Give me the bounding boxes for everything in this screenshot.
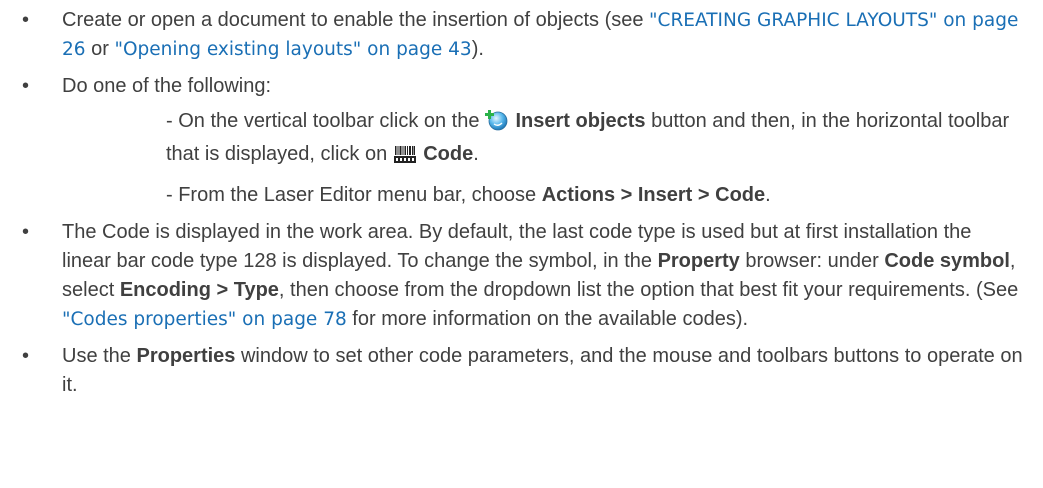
barcode-icon xyxy=(393,144,418,173)
encoding-type-label: Encoding > Type xyxy=(119,279,279,301)
list-item: The Code is displayed in the work area. … xyxy=(22,218,1023,334)
insert-objects-label: Insert objects xyxy=(515,110,646,132)
properties-label: Properties xyxy=(136,345,236,367)
text: Do one of the following: xyxy=(62,75,272,97)
text: . xyxy=(473,143,479,165)
insert-objects-icon xyxy=(485,109,509,140)
text: - From the Laser Editor menu bar, choose xyxy=(166,184,542,206)
text: or xyxy=(85,38,115,60)
text: Create or open a document to enable the … xyxy=(62,9,650,31)
text: ). xyxy=(471,38,484,60)
sub-step: - On the vertical toolbar click on the I… xyxy=(166,107,1023,173)
list-item: Use the Properties window to set other c… xyxy=(22,342,1023,400)
list-item: Create or open a document to enable the … xyxy=(22,6,1023,64)
text: Use the xyxy=(62,345,137,367)
menu-path: Actions > Insert > Code xyxy=(541,184,766,206)
code-symbol-label: Code symbol xyxy=(884,250,1010,272)
text: . xyxy=(765,184,771,206)
cross-reference-link[interactable]: "Opening existing layouts" on page 43 xyxy=(114,39,471,60)
text: browser: under xyxy=(739,250,885,272)
text: - On the vertical toolbar click on the xyxy=(166,110,480,132)
cross-reference-link[interactable]: "Codes properties" on page 78 xyxy=(62,309,347,330)
document-page: Create or open a document to enable the … xyxy=(0,0,1043,488)
text: , then choose from the dropdown list the… xyxy=(278,279,1019,301)
property-label: Property xyxy=(657,250,740,272)
sub-step: - From the Laser Editor menu bar, choose… xyxy=(166,181,1023,210)
list-item: Do one of the following: - On the vertic… xyxy=(22,72,1023,210)
code-label: Code xyxy=(423,143,474,165)
text: for more information on the available co… xyxy=(346,308,749,330)
steps-list: Create or open a document to enable the … xyxy=(22,6,1023,400)
